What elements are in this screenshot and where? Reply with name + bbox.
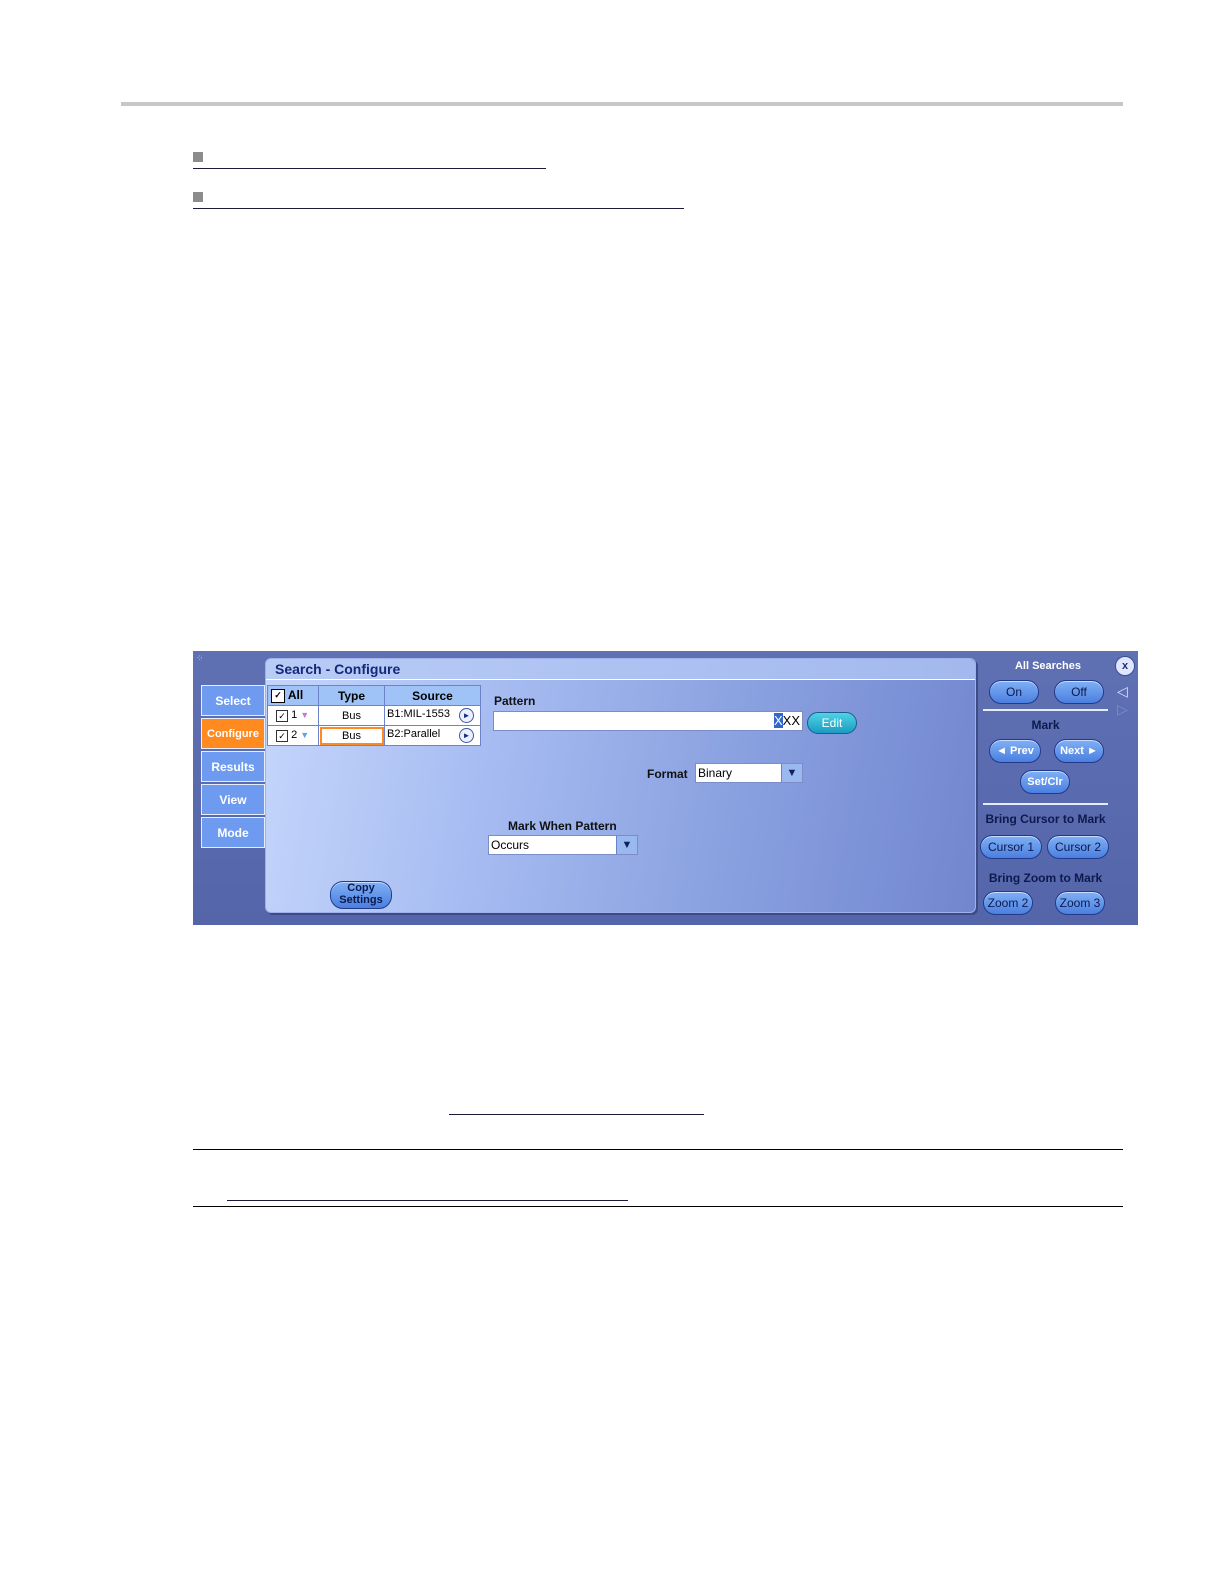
search-configure-panel: ⁘ Select Configure Results View Mode Sea… <box>193 651 1138 925</box>
divider <box>983 709 1108 711</box>
row-source: B1:MIL-1553 <box>387 708 450 720</box>
tab-results[interactable]: Results <box>201 751 265 782</box>
arrow-right-icon[interactable]: ▷ <box>1117 701 1128 718</box>
on-button[interactable]: On <box>989 680 1039 704</box>
pattern-input[interactable]: XXX <box>493 711 803 731</box>
checkbox-icon[interactable]: ✓ <box>271 688 285 703</box>
bring-zoom-label: Bring Zoom to Mark <box>988 871 1103 885</box>
off-button[interactable]: Off <box>1054 680 1104 704</box>
configure-area: Search - Configure ✓ All Type Source ✓ 1… <box>265 658 976 913</box>
tab-view[interactable]: View <box>201 784 265 815</box>
row-type[interactable]: Bus <box>318 725 385 746</box>
header-rule <box>121 102 1123 106</box>
format-label: Format <box>647 767 688 781</box>
cursor2-button[interactable]: Cursor 2 <box>1047 835 1109 859</box>
tab-select[interactable]: Select <box>201 685 265 716</box>
all-header[interactable]: ✓ All <box>267 685 319 706</box>
all-searches-label: All Searches <box>1014 660 1082 672</box>
search-table: ✓ All Type Source ✓ 1 ▼ Bus B1:MIL-1553 … <box>267 685 481 746</box>
next-button[interactable]: Next ► <box>1054 739 1104 763</box>
play-icon[interactable]: ► <box>459 708 474 723</box>
table-row[interactable]: ✓ 1 ▼ Bus B1:MIL-1553 ► <box>267 705 481 726</box>
close-icon[interactable]: x <box>1115 656 1135 676</box>
play-icon[interactable]: ► <box>459 728 474 743</box>
zoom2-button[interactable]: Zoom 2 <box>983 891 1033 915</box>
mark-when-select[interactable]: Occurs ▼ <box>488 835 638 855</box>
pattern-label: Pattern <box>494 694 536 708</box>
table-row[interactable]: ✓ 2 ▼ Bus B2:Parallel ► <box>267 725 481 746</box>
panel-title: Search - Configure <box>266 659 975 680</box>
link-underline[interactable] <box>193 168 546 169</box>
set-clear-button[interactable]: Set/Clr <box>1020 770 1070 794</box>
link-underline[interactable] <box>227 1200 628 1201</box>
triangle-down-icon: ▼ <box>300 710 310 721</box>
checkbox-icon[interactable]: ✓ <box>276 709 288 722</box>
link-underline[interactable] <box>193 208 684 209</box>
row-type[interactable]: Bus <box>318 705 385 726</box>
checkbox-icon[interactable]: ✓ <box>276 729 288 742</box>
format-select[interactable]: Binary ▼ <box>695 763 803 783</box>
dropdown-arrow-icon[interactable]: ▼ <box>616 836 637 854</box>
triangle-down-icon: ▼ <box>300 730 310 741</box>
dropdown-arrow-icon[interactable]: ▼ <box>781 764 802 782</box>
prev-button[interactable]: ◄ Prev <box>989 739 1041 763</box>
source-header: Source <box>384 685 481 706</box>
bullet-icon <box>193 192 203 202</box>
mark-label: Mark <box>1031 718 1060 732</box>
bring-cursor-label: Bring Cursor to Mark <box>985 812 1106 826</box>
type-header: Type <box>318 685 385 706</box>
note-bottom-rule <box>193 1206 1123 1207</box>
row-source: B2:Parallel <box>387 728 441 740</box>
note-top-rule <box>193 1149 1123 1150</box>
divider <box>983 803 1108 805</box>
bullet-icon <box>193 152 203 162</box>
cursor1-button[interactable]: Cursor 1 <box>980 835 1042 859</box>
link-underline[interactable] <box>449 1114 704 1115</box>
zoom3-button[interactable]: Zoom 3 <box>1055 891 1105 915</box>
arrow-left-icon[interactable]: ◁ <box>1117 683 1128 700</box>
grip-icon[interactable]: ⁘ <box>196 654 204 663</box>
tab-configure[interactable]: Configure <box>201 718 265 749</box>
copy-settings-button[interactable]: Copy Settings <box>330 881 392 909</box>
mark-when-label: Mark When Pattern <box>508 819 617 833</box>
tab-mode[interactable]: Mode <box>201 817 265 848</box>
edit-button[interactable]: Edit <box>807 712 857 734</box>
